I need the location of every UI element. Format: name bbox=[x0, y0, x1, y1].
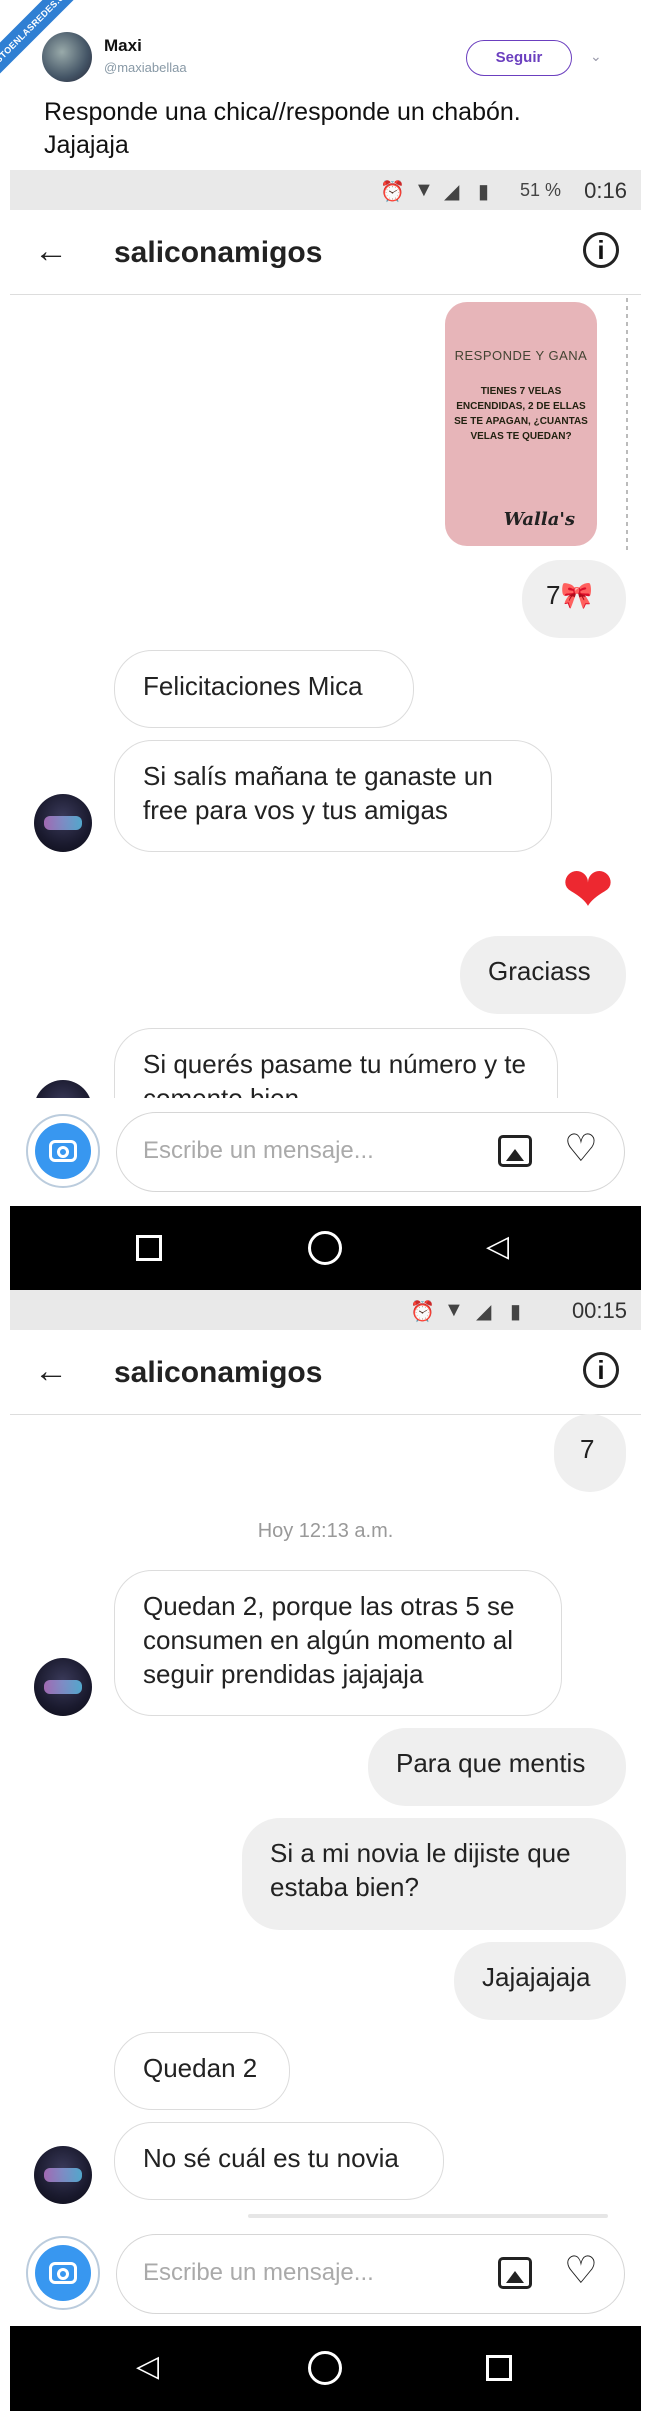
clock: 00:15 bbox=[571, 1298, 627, 1323]
camera-icon[interactable] bbox=[26, 1114, 100, 1188]
camera-glyph bbox=[35, 2245, 91, 2301]
avatar[interactable] bbox=[34, 2146, 92, 2204]
battery-percent: 51 % bbox=[520, 180, 562, 200]
back-triangle-icon[interactable]: ◁ bbox=[486, 1232, 509, 1262]
wifi-icon: ▼ bbox=[414, 179, 434, 201]
heart-outline-icon[interactable]: ♡ bbox=[564, 1129, 598, 1169]
battery-icon: ▮ bbox=[510, 1301, 522, 1323]
android-nav-bar-1: ◁ bbox=[10, 1206, 641, 1290]
message-clip: Si querés pasame tu número y te comento … bbox=[10, 1024, 641, 1098]
message-bubble-out[interactable]: 7 bbox=[554, 1414, 626, 1492]
alarm-icon: ⏰ bbox=[410, 1301, 435, 1323]
scroll-indicator bbox=[626, 298, 628, 550]
arrow-left-icon[interactable]: ← bbox=[34, 234, 68, 268]
home-icon[interactable] bbox=[308, 2351, 342, 2385]
message-bubble-in[interactable]: No sé cuál es tu novia bbox=[114, 2122, 444, 2200]
recent-apps-icon[interactable] bbox=[486, 2355, 512, 2381]
status-bar-1: ⏰ ▼ ◢ ▮ 51 % 0:16 bbox=[10, 170, 641, 210]
camera-icon[interactable] bbox=[26, 2236, 100, 2310]
message-bubble-out[interactable]: Graciass bbox=[460, 936, 626, 1014]
message-bubble-in[interactable]: Si querés pasame tu número y te comento … bbox=[114, 1028, 558, 1098]
message-bubble-in[interactable]: Felicitaciones Mica bbox=[114, 650, 414, 728]
sticker-brand-logo: Walla's bbox=[503, 509, 575, 530]
message-input[interactable]: Escribe un mensaje... ♡ bbox=[116, 2234, 625, 2314]
tweet-avatar[interactable] bbox=[42, 32, 92, 82]
chat-title[interactable]: saliconamigos bbox=[114, 236, 322, 270]
message-composer-2: Escribe un mensaje... ♡ bbox=[10, 2222, 641, 2322]
camera-glyph bbox=[35, 1123, 91, 1179]
message-bubble-in[interactable]: Quedan 2 bbox=[114, 2032, 290, 2110]
alarm-icon: ⏰ bbox=[380, 181, 405, 203]
signal-icon: ◢ bbox=[444, 181, 460, 203]
partial-bubble-edge bbox=[248, 2214, 608, 2218]
chat-header-2: ← saliconamigos i bbox=[10, 1330, 641, 1415]
arrow-left-icon[interactable]: ← bbox=[34, 1354, 68, 1388]
message-bubble-out[interactable]: Para que mentis bbox=[368, 1728, 626, 1806]
signal-icon: ◢ bbox=[476, 1301, 492, 1323]
avatar[interactable] bbox=[34, 1080, 92, 1098]
message-bubble-out[interactable]: Si a mi novia le dijiste que estaba bien… bbox=[242, 1818, 626, 1930]
chevron-down-icon[interactable]: ⌄ bbox=[590, 48, 602, 65]
clock: 0:16 bbox=[584, 178, 627, 203]
message-composer-1: Escribe un mensaje... ♡ bbox=[10, 1100, 641, 1200]
message-input-placeholder: Escribe un mensaje... bbox=[143, 2259, 374, 2286]
wifi-icon: ▼ bbox=[444, 1299, 464, 1321]
image-icon[interactable] bbox=[498, 2257, 532, 2289]
avatar[interactable] bbox=[34, 1658, 92, 1716]
message-input[interactable]: Escribe un mensaje... ♡ bbox=[116, 1112, 625, 1192]
sticker-question: TIENES 7 VELAS ENCENDIDAS, 2 DE ELLAS SE… bbox=[454, 386, 588, 442]
message-bubble-in[interactable]: Quedan 2, porque las otras 5 se consumen… bbox=[114, 1570, 562, 1716]
heart-outline-icon[interactable]: ♡ bbox=[564, 2251, 598, 2291]
tweet-text: Responde una chica//responde un chabón. … bbox=[44, 96, 521, 162]
heart-reaction-icon: ❤ bbox=[562, 856, 614, 925]
tweet-text-line1: Responde una chica//responde un chabón. bbox=[44, 98, 521, 126]
follow-button[interactable]: Seguir bbox=[466, 40, 572, 76]
timestamp: Hoy 12:13 a.m. bbox=[257, 1520, 394, 1542]
sticker-title: RESPONDE Y GANA bbox=[454, 348, 588, 363]
story-reply-sticker[interactable]: RESPONDE Y GANA TIENES 7 VELAS ENCENDIDA… bbox=[445, 302, 597, 546]
tweet-text-line2: Jajajaja bbox=[44, 131, 129, 159]
image-icon[interactable] bbox=[498, 1135, 532, 1167]
message-bubble-out[interactable]: Jajajajaja bbox=[454, 1942, 626, 2020]
battery-icon: ▮ bbox=[478, 181, 490, 203]
recent-apps-icon[interactable] bbox=[136, 1235, 162, 1261]
message-input-placeholder: Escribe un mensaje... bbox=[143, 1137, 374, 1164]
status-bar-2: ⏰ ▼ ◢ ▮ 00:15 bbox=[10, 1290, 641, 1330]
info-icon[interactable]: i bbox=[583, 1352, 619, 1388]
info-icon[interactable]: i bbox=[583, 232, 619, 268]
tweet-author-handle[interactable]: @maxiabellaa bbox=[104, 60, 187, 75]
android-nav-bar-2: ◁ bbox=[10, 2326, 641, 2411]
tweet-author-name[interactable]: Maxi bbox=[104, 36, 142, 56]
avatar[interactable] bbox=[34, 794, 92, 852]
chat-header-1: ← saliconamigos i bbox=[10, 210, 641, 295]
message-bubble-out[interactable]: 7🎀 bbox=[522, 560, 626, 638]
chat-title[interactable]: saliconamigos bbox=[114, 1356, 322, 1390]
tweet-header: VISTOENLASREDES.com Maxi @maxiabellaa Se… bbox=[0, 0, 651, 170]
back-triangle-icon[interactable]: ◁ bbox=[136, 2352, 159, 2382]
message-bubble-in[interactable]: Si salís mañana te ganaste un free para … bbox=[114, 740, 552, 852]
home-icon[interactable] bbox=[308, 1231, 342, 1265]
